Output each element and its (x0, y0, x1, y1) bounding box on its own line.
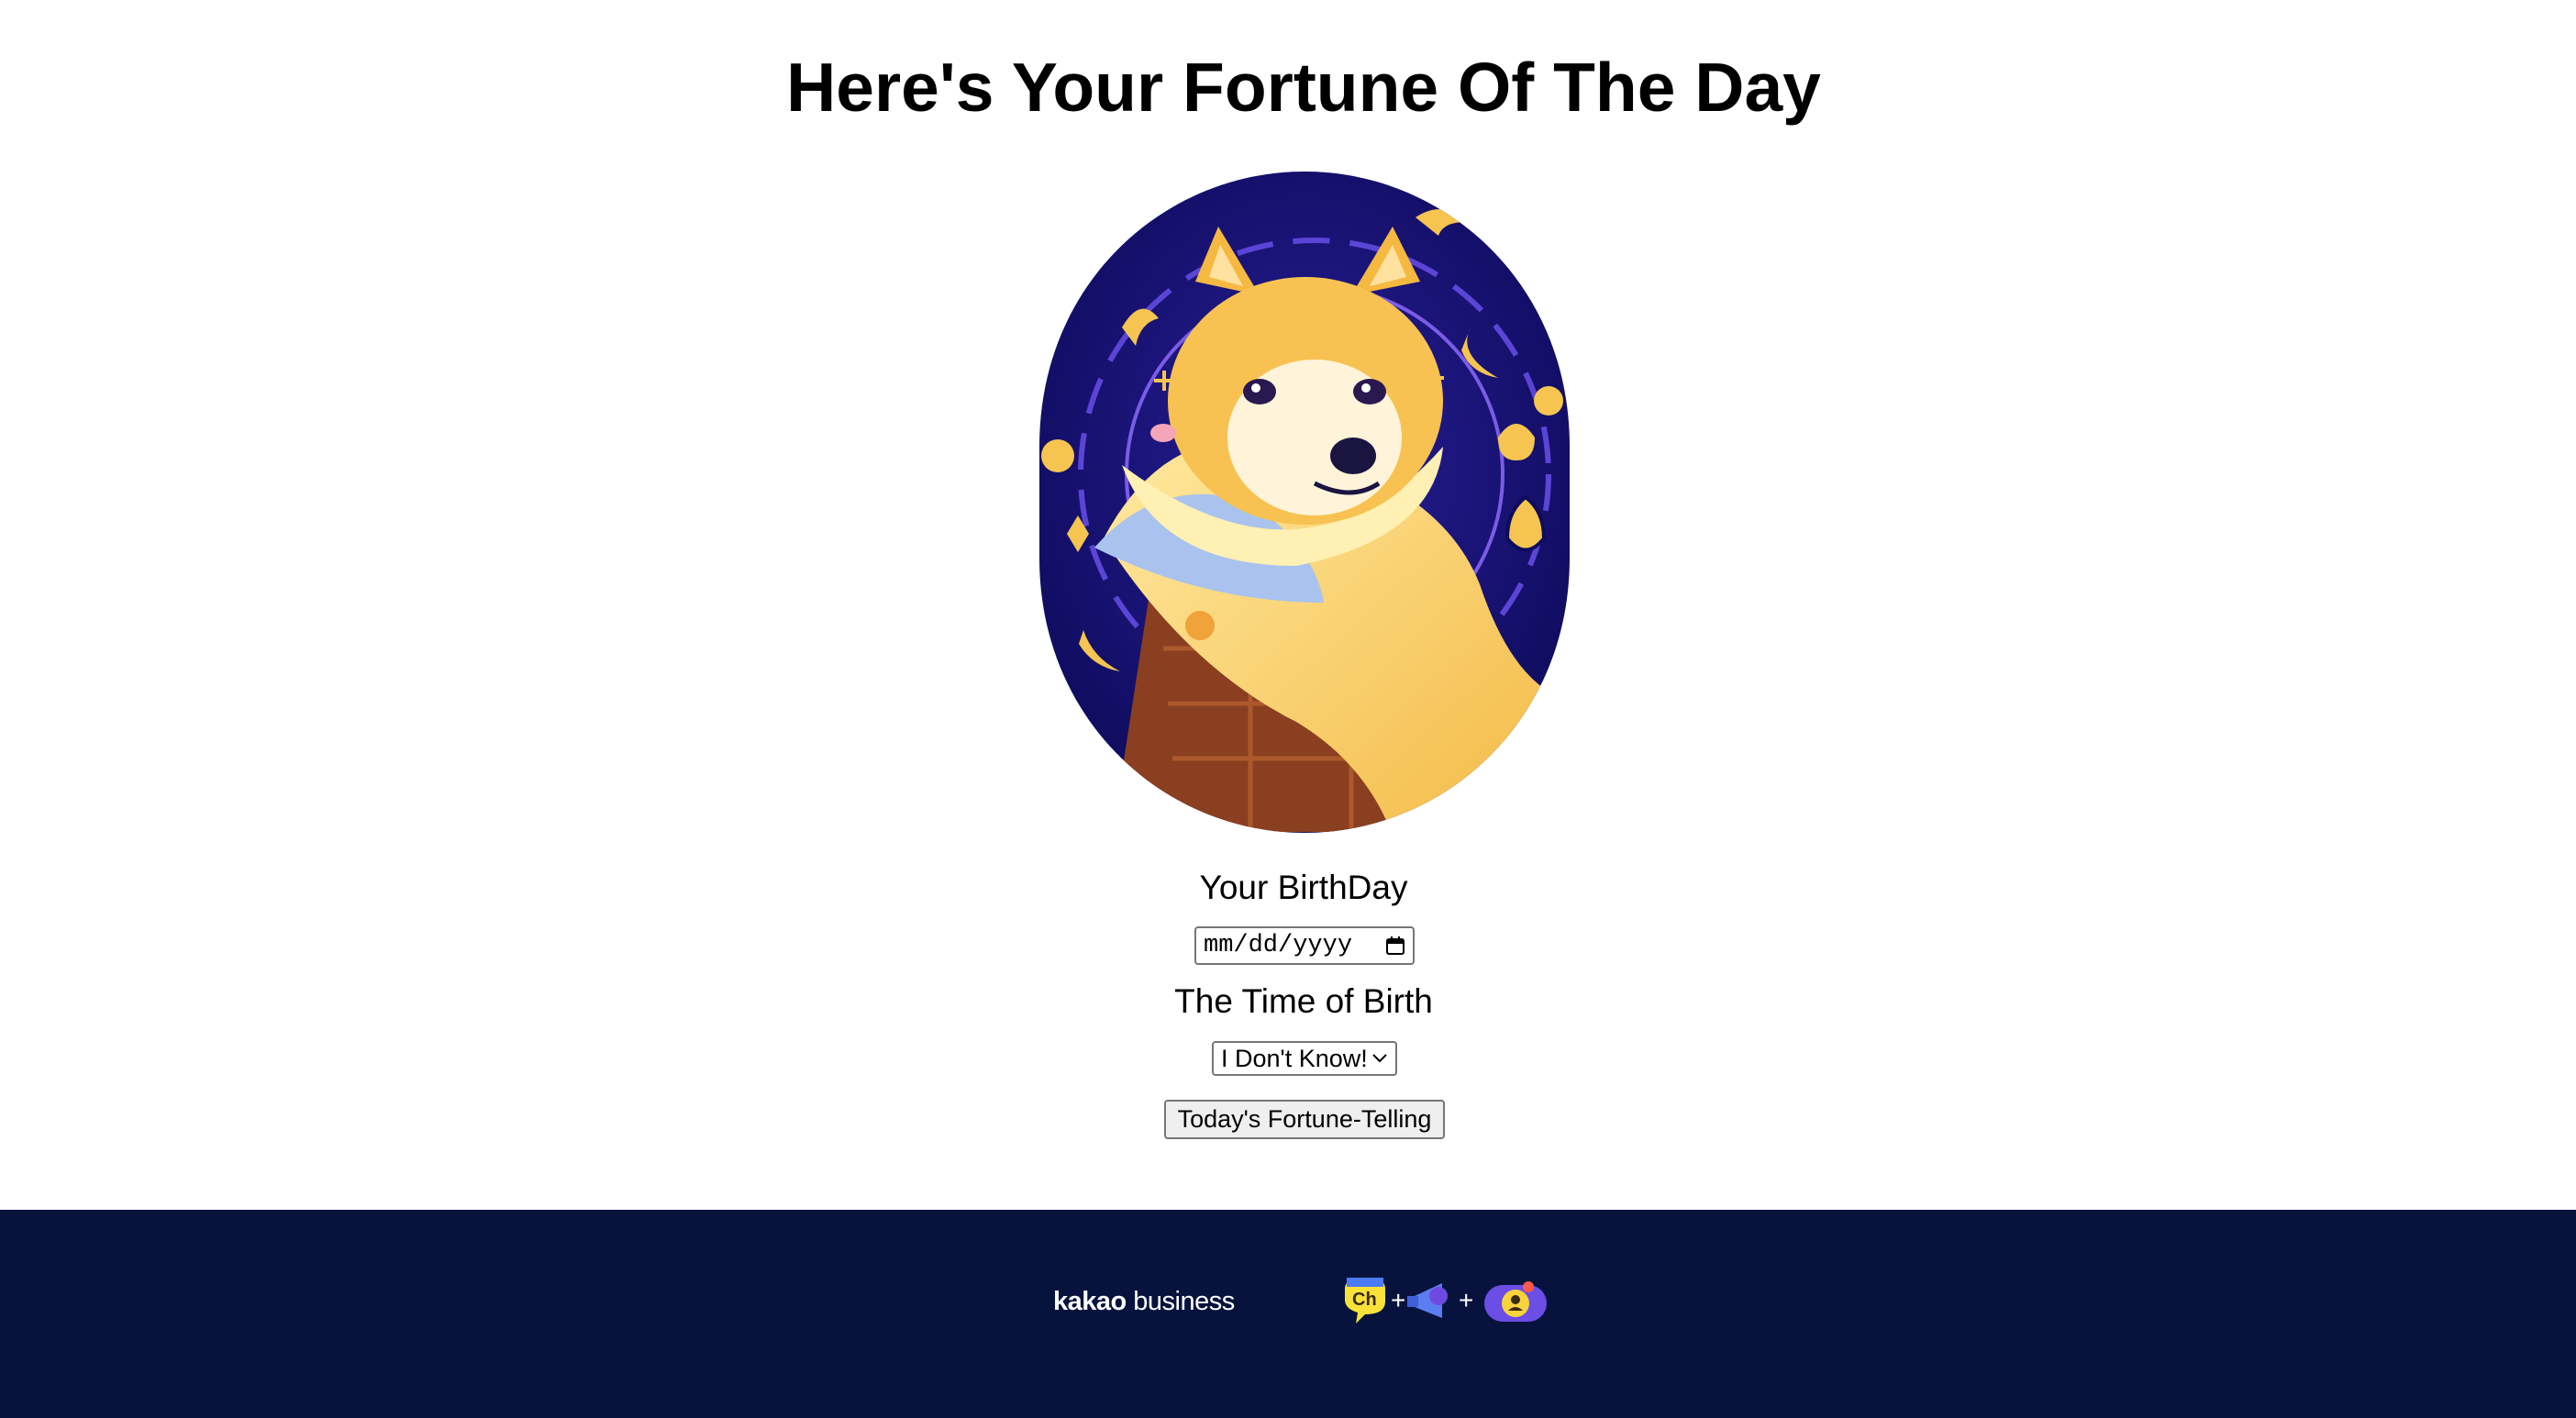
shiba-fortune-illustration (1039, 172, 1570, 833)
birth-time-selected-value: I Don't Know! (1221, 1044, 1368, 1072)
birthday-label: Your BirthDay (1199, 869, 1408, 906)
page-title: Here's Your Fortune Of The Day (786, 49, 1821, 126)
megaphone-icon (1407, 1283, 1448, 1318)
kakao-business-logo[interactable]: kakao business (1053, 1287, 1235, 1317)
date-placeholder: mm/dd/yyyy (1204, 932, 1353, 959)
profile-icon (1484, 1281, 1547, 1322)
fortune-telling-button[interactable]: Today's Fortune-Telling (1164, 1100, 1445, 1139)
birth-time-select[interactable]: I Don't Know! (1212, 1041, 1397, 1076)
plus-sign-2: + (1459, 1286, 1473, 1314)
brand-kakao: kakao (1053, 1287, 1127, 1316)
page: Here's Your Fortune Of The Day Your Birt… (0, 0, 2576, 1418)
kakao-channel-icon: Ch (1345, 1278, 1385, 1324)
kakao-services-icons: Ch + + (1345, 1278, 1547, 1324)
channel-icon-text: Ch (1352, 1290, 1377, 1310)
calendar-icon[interactable] (1385, 936, 1405, 956)
plus-sign-1: + (1391, 1286, 1405, 1314)
footer: kakao business Ch + + (0, 1210, 2576, 1418)
birth-time-label: The Time of Birth (1174, 982, 1433, 1020)
brand-business: business (1133, 1287, 1235, 1316)
chevron-down-icon (1372, 1054, 1387, 1063)
birthday-date-input[interactable]: mm/dd/yyyy (1194, 926, 1415, 965)
